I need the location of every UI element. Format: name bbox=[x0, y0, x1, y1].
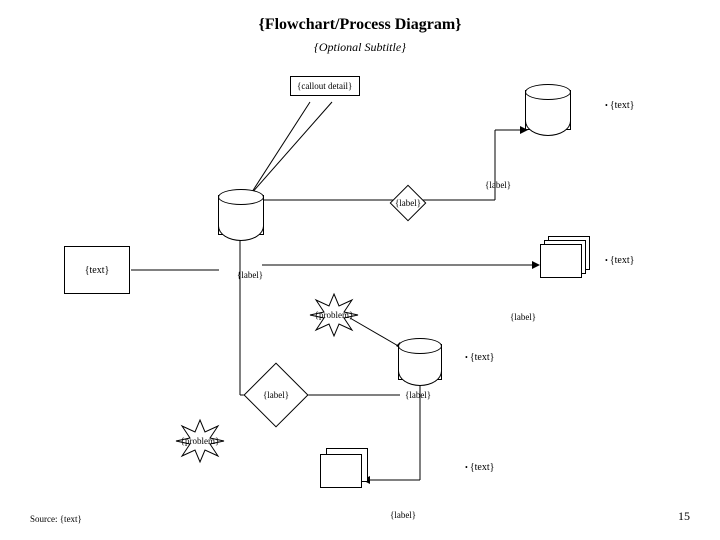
diamond-small: {label} bbox=[390, 185, 427, 222]
label-4: {label} bbox=[510, 312, 536, 322]
cylinder-center bbox=[398, 344, 442, 380]
diagram-title: {Flowchart/Process Diagram} bbox=[0, 16, 720, 34]
bullet-text-4: {text} bbox=[465, 462, 494, 473]
burst-1-text: {problem} bbox=[315, 310, 354, 320]
side-text-box: {text} bbox=[64, 246, 130, 294]
bullet-text-3: {text} bbox=[465, 352, 494, 363]
source-text: Source: {text} bbox=[30, 514, 82, 524]
burst-problem-1: {problem} bbox=[308, 292, 360, 338]
burst-2-text: {problem} bbox=[181, 436, 220, 446]
cylinder-mid-left bbox=[218, 195, 264, 235]
label-7: {label} bbox=[390, 510, 416, 520]
side-text: {text} bbox=[85, 265, 110, 276]
diagram-subtitle: {Optional Subtitle} bbox=[0, 40, 720, 55]
callout-text: {callout detail} bbox=[297, 81, 352, 91]
burst-problem-2: {problem} bbox=[174, 418, 226, 464]
callout-detail: {callout detail} bbox=[290, 76, 360, 96]
label-3: {label} bbox=[237, 270, 263, 280]
diamond-small-label: {label} bbox=[395, 198, 421, 208]
label-5: {label} bbox=[405, 390, 431, 400]
page-number: 15 bbox=[678, 509, 690, 524]
diamond-large: {label} bbox=[243, 362, 308, 427]
bullet-text-2: {text} bbox=[605, 255, 634, 266]
bullet-text-1: {text} bbox=[605, 100, 634, 111]
diamond-large-label: {label} bbox=[263, 390, 289, 400]
label-1: {label} bbox=[485, 180, 511, 190]
cylinder-top-right bbox=[525, 90, 571, 130]
